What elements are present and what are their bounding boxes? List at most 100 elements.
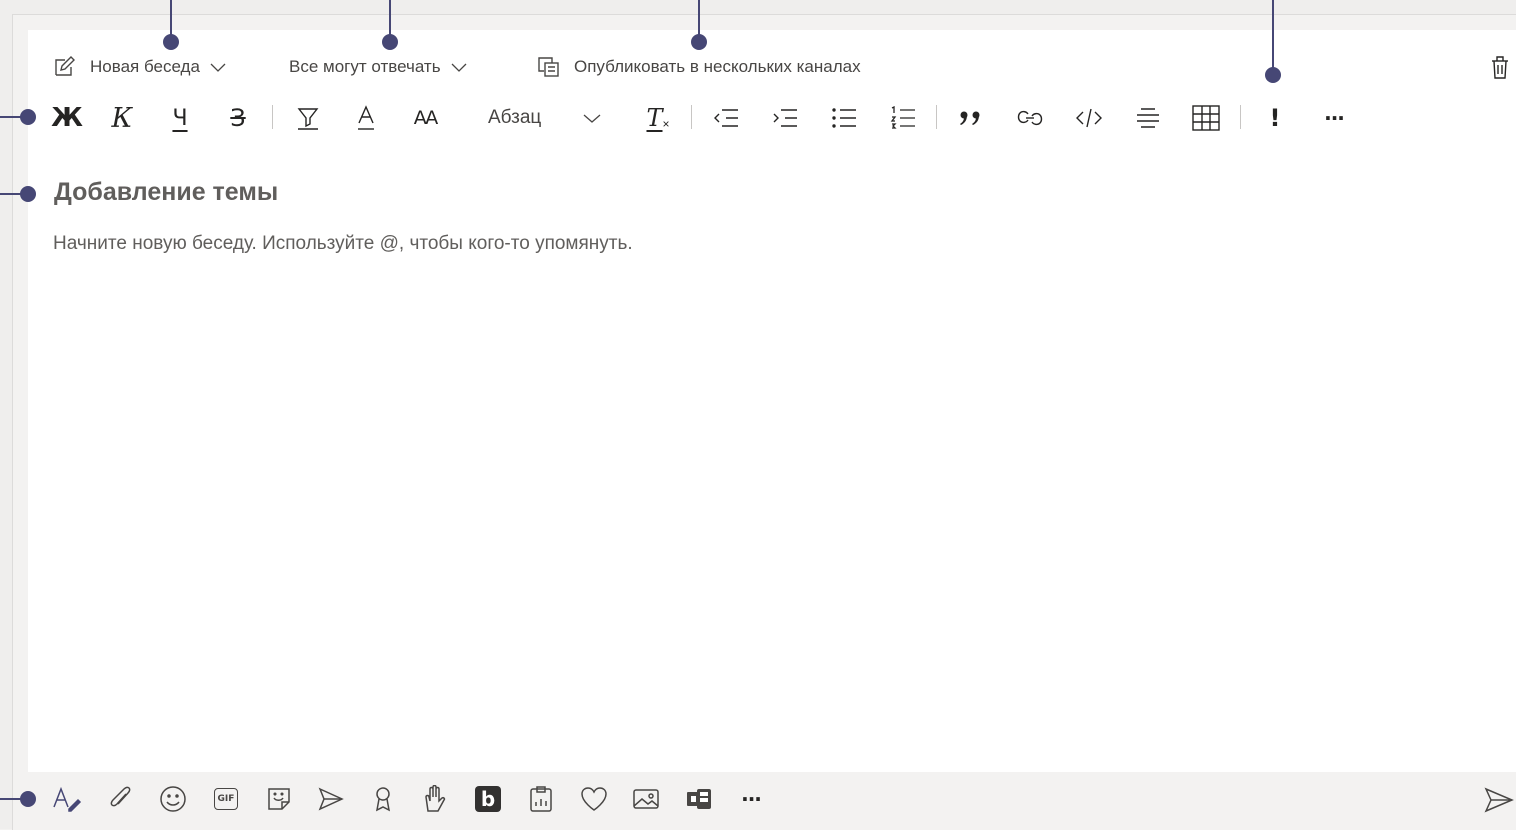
toolbar-divider: [936, 105, 937, 129]
edit-icon: [55, 56, 75, 76]
send-arrow-icon: [318, 787, 344, 811]
paragraph-style-label: Абзац: [488, 107, 542, 128]
quote-button[interactable]: [953, 100, 989, 136]
highlight-button[interactable]: [290, 100, 326, 136]
post-multiple-channels-button[interactable]: Опубликовать в нескольких каналах: [536, 52, 861, 82]
toolbar-divider: [272, 105, 273, 129]
clear-x-icon: ×: [662, 117, 670, 131]
underline-glyph: Ч: [172, 105, 188, 131]
bulleted-list-button[interactable]: [826, 100, 862, 136]
bing-app-button[interactable]: b: [473, 784, 503, 814]
clear-formatting-button[interactable]: T ×: [640, 100, 676, 136]
forms-app-button[interactable]: [684, 784, 714, 814]
praise-button[interactable]: [368, 784, 398, 814]
highlighter-icon: [297, 108, 319, 130]
callout-dot: [382, 34, 398, 50]
post-type-dropdown[interactable]: Новая беседа: [52, 52, 226, 82]
increase-indent-icon: [773, 109, 797, 127]
bulleted-list-icon: [832, 108, 856, 128]
bold-glyph: Ж: [51, 103, 83, 133]
paperclip-icon: [110, 786, 131, 807]
emoji-button[interactable]: [158, 784, 188, 814]
clipboard-icon: [530, 786, 552, 812]
strikethrough-button[interactable]: З: [220, 100, 256, 136]
decrease-indent-button[interactable]: [708, 100, 744, 136]
hand-icon: [425, 785, 446, 812]
bing-icon: b: [475, 786, 501, 812]
send-icon[interactable]: [1484, 786, 1514, 814]
reply-permission-dropdown[interactable]: Все могут отвечать: [289, 52, 467, 82]
reply-permission-label: Все могут отвечать: [289, 57, 441, 76]
forms-icon: [687, 789, 711, 809]
quote-icon: [960, 111, 980, 125]
toolbar-divider: [1240, 105, 1241, 129]
link-icon: [1017, 110, 1043, 126]
toolbar-divider: [691, 105, 692, 129]
image-icon: [633, 789, 659, 809]
gif-icon: GIF: [214, 788, 238, 810]
heart-icon: [581, 787, 607, 811]
decrease-indent-icon: [714, 109, 738, 127]
gif-button[interactable]: GIF: [211, 784, 241, 814]
clipboard-app-button[interactable]: [526, 784, 556, 814]
more-glyph: ···: [1324, 106, 1345, 130]
trash-icon[interactable]: [1490, 54, 1510, 80]
favorite-button[interactable]: [579, 784, 609, 814]
horizontal-rule-button[interactable]: [1130, 100, 1166, 136]
chevron-down-icon: [210, 63, 226, 72]
chevron-down-icon: [451, 63, 467, 72]
attach-button[interactable]: [105, 784, 135, 814]
clear-formatting-glyph: T: [646, 104, 663, 132]
font-color-button[interactable]: [348, 100, 384, 136]
chevron-down-icon: [583, 114, 601, 123]
sticker-icon: [268, 788, 290, 810]
schedule-meeting-button[interactable]: [316, 784, 346, 814]
code-snippet-button[interactable]: [1071, 100, 1107, 136]
callout-line: [1272, 0, 1274, 75]
numbered-list-icon: [890, 106, 915, 129]
insert-link-button[interactable]: [1012, 100, 1048, 136]
badge-icon: [375, 787, 391, 812]
message-body-input[interactable]: Начните новую беседу. Используйте @, что…: [53, 233, 633, 255]
subject-input[interactable]: Добавление темы: [54, 178, 278, 207]
strikethrough-glyph: З: [230, 104, 246, 132]
format-button[interactable]: [52, 784, 82, 814]
callout-dot: [20, 791, 36, 807]
post-type-label: Новая беседа: [90, 57, 200, 76]
increase-indent-button[interactable]: [767, 100, 803, 136]
more-apps-glyph: ···: [741, 787, 762, 811]
emoji-icon: [160, 786, 186, 812]
numbered-list-button[interactable]: [885, 100, 921, 136]
font-size-button[interactable]: AA: [404, 100, 446, 136]
mark-important-button[interactable]: !: [1257, 100, 1293, 136]
callout-dot: [20, 186, 36, 202]
italic-glyph: К: [111, 102, 133, 134]
underline-button[interactable]: Ч: [162, 100, 198, 136]
post-options-row: Новая беседа Все могут отвечать Опублико…: [52, 52, 1472, 82]
post-multiple-channels-label: Опубликовать в нескольких каналах: [574, 57, 861, 76]
italic-button[interactable]: К: [104, 100, 140, 136]
images-app-button[interactable]: [631, 784, 661, 814]
copy-icon: [538, 57, 559, 77]
more-apps-button[interactable]: ···: [735, 784, 767, 814]
more-formatting-button[interactable]: ···: [1314, 100, 1354, 136]
insert-table-button[interactable]: [1188, 100, 1224, 136]
callout-dot: [1265, 67, 1281, 83]
approvals-button[interactable]: [420, 784, 450, 814]
format-icon: [53, 786, 82, 812]
compose-box: [28, 30, 1516, 772]
bold-button[interactable]: Ж: [48, 100, 86, 136]
font-color-icon: [358, 105, 374, 130]
gif-label: GIF: [217, 794, 235, 804]
table-icon: [1192, 105, 1220, 131]
paragraph-style-dropdown[interactable]: Абзац: [478, 100, 612, 136]
compose-extensions-bar: [28, 772, 1516, 829]
callout-dot: [163, 34, 179, 50]
sticker-button[interactable]: [264, 784, 294, 814]
important-glyph: !: [1269, 104, 1281, 132]
font-size-glyph: AA: [413, 107, 438, 129]
callout-dot: [20, 109, 36, 125]
code-icon: [1076, 108, 1102, 128]
horizontal-rule-icon: [1137, 108, 1159, 128]
callout-dot: [691, 34, 707, 50]
